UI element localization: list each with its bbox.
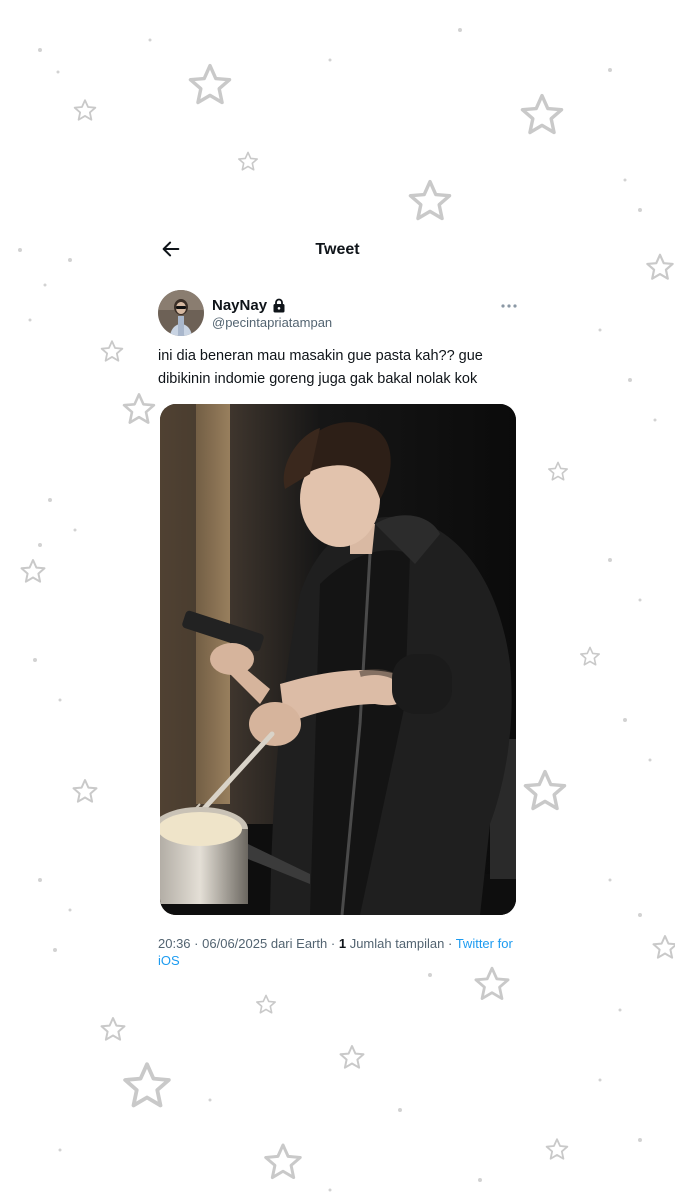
avatar[interactable] (158, 290, 204, 336)
location-prefix: dari (270, 936, 293, 951)
tweet-location: Earth (296, 936, 328, 951)
more-horizontal-icon (501, 304, 517, 308)
meta-separator: · (330, 936, 336, 951)
page-title: Tweet (315, 241, 360, 258)
lock-icon (273, 298, 285, 312)
tweet-date[interactable]: 06/06/2025 (202, 936, 267, 951)
meta-separator: · (447, 936, 453, 951)
tweet-media-photo[interactable] (160, 404, 516, 915)
tweet-header: Tweet (0, 232, 675, 268)
views-count: 1 (338, 936, 347, 951)
tweet-author: NayNay @pecintapriatampan (158, 290, 520, 338)
author-name[interactable]: NayNay (212, 297, 267, 314)
tweet-text: ini dia beneran mau masakin gue pasta ka… (158, 348, 483, 387)
author-handle[interactable]: @pecintapriatampan (212, 315, 332, 330)
more-options-button[interactable] (500, 296, 518, 308)
tweet-meta: 20:36 · 06/06/2025 dari Earth · 1 Jumlah… (158, 935, 520, 969)
photo-person-cooking (160, 404, 516, 915)
views-label: Jumlah tampilan (349, 936, 445, 951)
tweet-time[interactable]: 20:36 (158, 936, 191, 951)
meta-separator: · (194, 936, 199, 951)
